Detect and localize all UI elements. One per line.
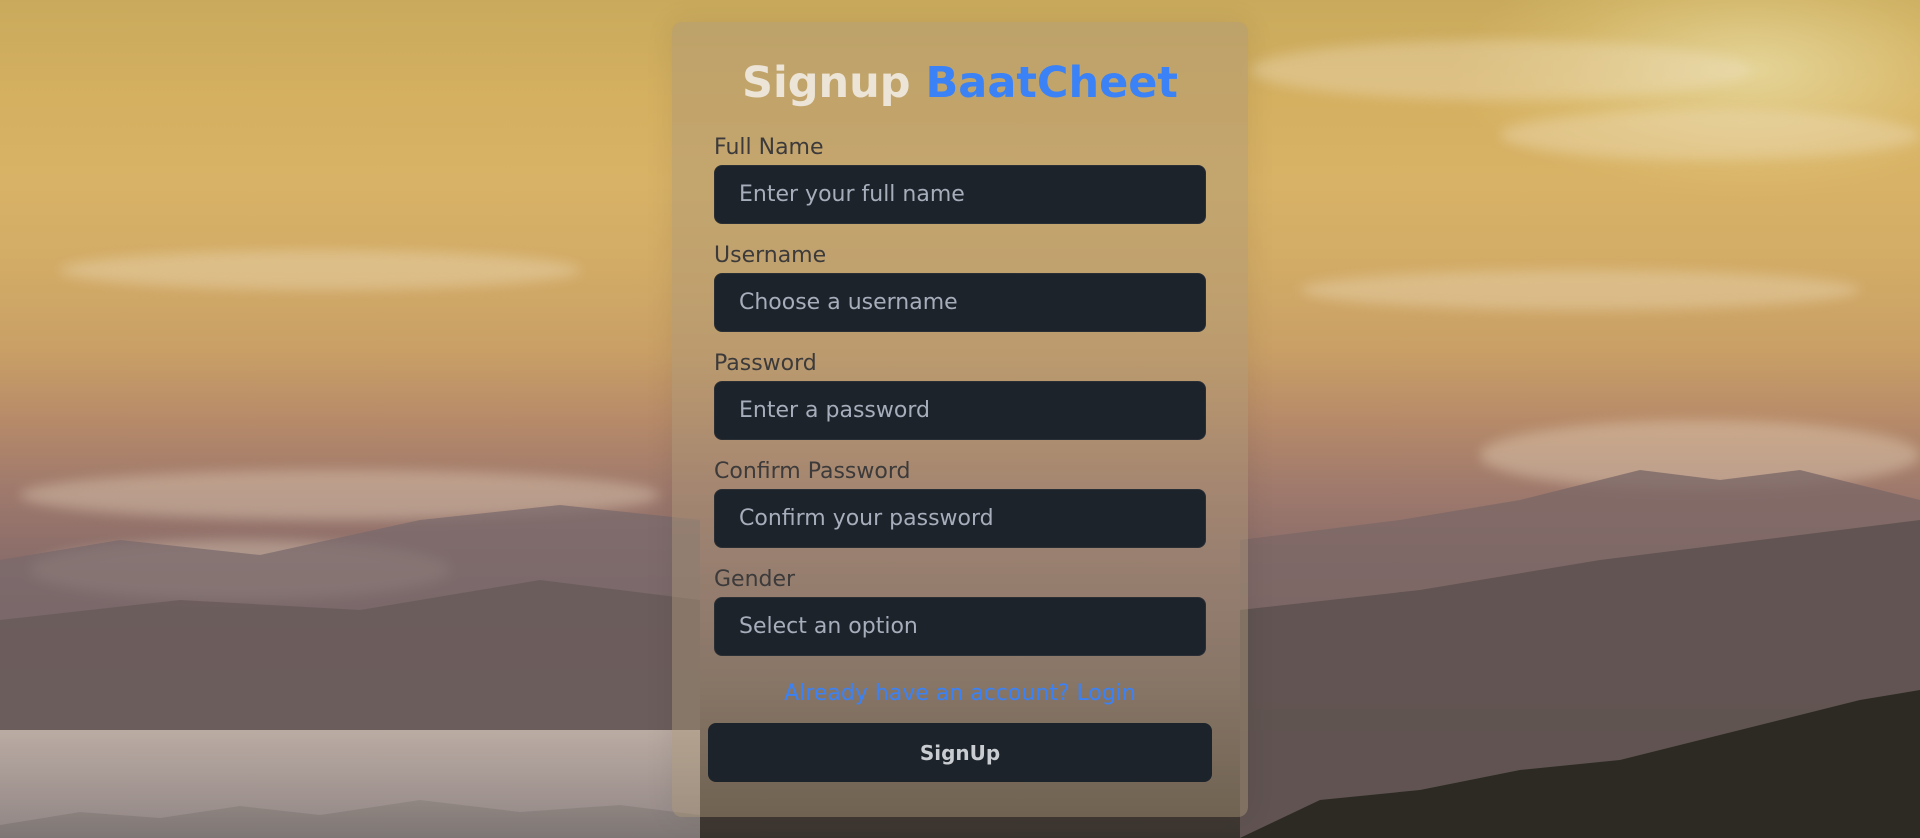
full-name-label: Full Name: [714, 135, 824, 160]
username-label: Username: [714, 243, 827, 268]
login-link[interactable]: Already have an account? Login: [784, 681, 1136, 706]
signup-button[interactable]: SignUp: [708, 723, 1212, 782]
password-label: Password: [714, 351, 817, 376]
username-input[interactable]: [714, 273, 1206, 332]
gender-label: Gender: [714, 567, 796, 592]
title-brand: BaatCheet: [925, 58, 1178, 108]
full-name-input[interactable]: [714, 165, 1206, 224]
confirm-password-label: Confirm Password: [714, 459, 911, 484]
lake: [0, 730, 700, 838]
title-signup: Signup: [742, 58, 911, 108]
page-title: Signup BaatCheet: [0, 58, 1920, 108]
password-input[interactable]: [714, 381, 1206, 440]
confirm-password-input[interactable]: [714, 489, 1206, 548]
gender-select[interactable]: Select an option: [714, 597, 1206, 656]
